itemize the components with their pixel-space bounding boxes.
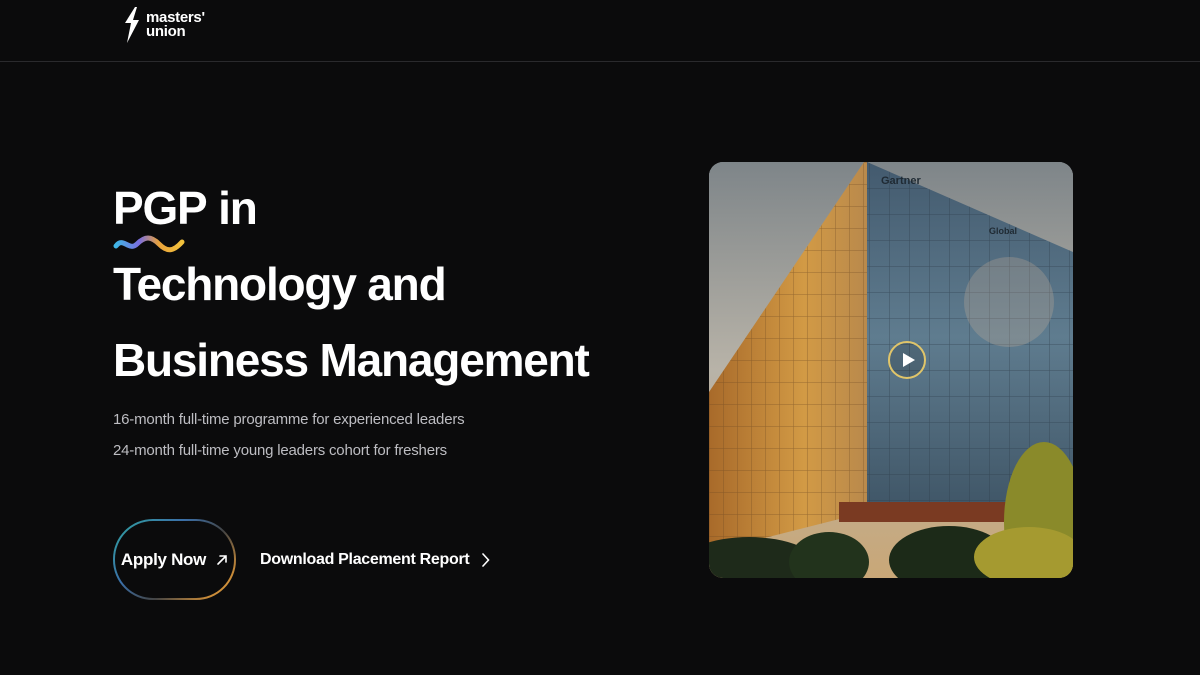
hero-title-line-3: Business Management (113, 334, 590, 386)
pgp-text: PGP (113, 182, 208, 234)
logo-wordmark: masters' union (146, 10, 205, 40)
lightning-logo-icon (125, 7, 139, 43)
building-sign-gartner: Gartner (881, 175, 921, 187)
hero-title-line-2: Technology and (113, 258, 447, 310)
masters-union-logo[interactable]: masters' union (122, 6, 205, 44)
download-label: Download Placement Report (260, 551, 470, 568)
squiggle-underline-icon (113, 235, 185, 253)
apply-now-inner: Apply Now (115, 521, 234, 598)
title-in-text: in (206, 182, 258, 234)
pgp-highlight: PGP (113, 170, 208, 253)
hero-title-line-1: PGP in (113, 170, 589, 253)
subtitle-freshers: 24-month full-time young leaders cohort … (113, 442, 447, 459)
arrow-up-right-icon (217, 554, 227, 565)
apply-now-label: Apply Now (120, 549, 207, 569)
building-sign-global: Global (989, 226, 1017, 236)
hero-title: PGP in Technology and Business Managemen… (113, 170, 590, 398)
download-placement-report-link[interactable]: Download Placement Report (260, 547, 491, 573)
page: masters' union PGP in Technology and Bus… (0, 0, 1200, 675)
play-video-button[interactable] (888, 341, 926, 379)
apply-now-button[interactable]: Apply Now (113, 519, 236, 600)
play-icon (902, 353, 915, 367)
hero-subtitles: 16-month full-time programme for experie… (113, 404, 465, 466)
chevron-right-icon (482, 553, 491, 567)
subtitle-experienced: 16-month full-time programme for experie… (113, 411, 465, 428)
logo-line-2: union (146, 23, 186, 40)
site-header: masters' union (0, 0, 1200, 62)
campus-video-card[interactable]: Gartner Global (709, 162, 1073, 578)
